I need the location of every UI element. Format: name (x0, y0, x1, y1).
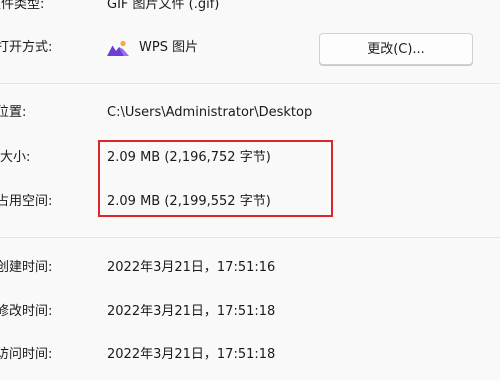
file-type-row: 文件类型: GIF 图片文件 (.gif) (0, 0, 500, 20)
accessed-label: 访问时间: (0, 347, 53, 362)
modified-value: 2022年3月21日，17:51:18 (107, 304, 276, 319)
open-with-app-name: WPS 图片 (139, 40, 199, 55)
size-on-disk-label: 占用空间: (0, 194, 53, 209)
divider (0, 237, 500, 238)
modified-label: 修改时间: (0, 304, 53, 319)
created-value: 2022年3月21日，17:51:16 (107, 260, 276, 275)
open-with-label: 打开方式: (0, 40, 53, 55)
modified-row: 修改时间: 2022年3月21日，17:51:18 (0, 297, 500, 327)
created-label: 创建时间: (0, 260, 53, 275)
file-type-value: GIF 图片文件 (.gif) (107, 0, 220, 12)
change-app-button[interactable]: 更改(C)... (319, 33, 473, 65)
accessed-row: 访问时间: 2022年3月21日，17:51:18 (0, 340, 500, 370)
wps-picture-icon (107, 40, 129, 56)
size-label: 大小: (0, 150, 31, 165)
divider (0, 83, 500, 84)
location-label: 位置: (0, 105, 27, 120)
size-highlight-annotation (98, 140, 333, 217)
accessed-value: 2022年3月21日，17:51:18 (107, 347, 276, 362)
location-value: C:\Users\Administrator\Desktop (107, 105, 313, 120)
created-row: 创建时间: 2022年3月21日，17:51:16 (0, 253, 500, 283)
location-row: 位置: C:\Users\Administrator\Desktop (0, 98, 500, 128)
file-type-label: 文件类型: (0, 0, 45, 12)
